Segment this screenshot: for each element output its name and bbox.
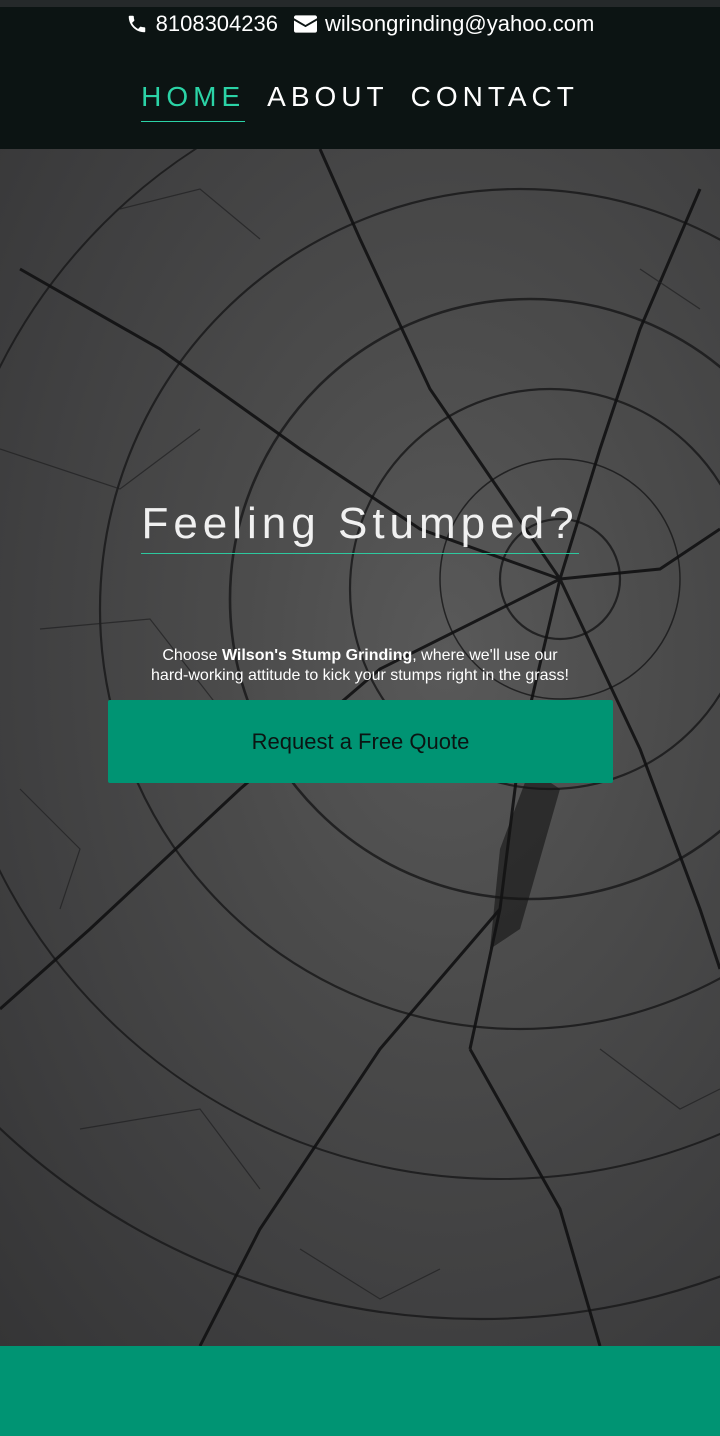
footer-band [0, 1346, 720, 1436]
hero-text-before: Choose [162, 647, 222, 664]
hero-title: Feeling Stumped? [141, 499, 579, 554]
main-nav: HOME ABOUT CONTACT [0, 81, 720, 122]
business-name: Wilson's Stump Grinding [221, 647, 413, 664]
request-quote-button[interactable]: Request a Free Quote [108, 700, 613, 783]
top-strip [0, 0, 720, 7]
contact-bar: 8108304236 wilsongrinding@yahoo.com [0, 11, 720, 37]
site-header: 8108304236 wilsongrinding@yahoo.com HOME… [0, 7, 720, 149]
phone-number[interactable]: 8108304236 [156, 11, 278, 37]
hero-section: Feeling Stumped? Choose Wilson's Stump G… [0, 149, 720, 1346]
hero-description: Choose Wilson's Stump Grinding, where we… [150, 646, 570, 686]
nav-about[interactable]: ABOUT [267, 81, 388, 121]
hero-title-wrap: Feeling Stumped? [0, 499, 720, 554]
nav-contact[interactable]: CONTACT [411, 81, 579, 121]
phone-link[interactable]: 8108304236 [126, 11, 278, 37]
email-link[interactable]: wilsongrinding@yahoo.com [293, 11, 594, 37]
email-address[interactable]: wilsongrinding@yahoo.com [325, 11, 594, 37]
envelope-icon [293, 15, 317, 33]
phone-icon [128, 15, 145, 33]
nav-home[interactable]: HOME [141, 81, 246, 122]
